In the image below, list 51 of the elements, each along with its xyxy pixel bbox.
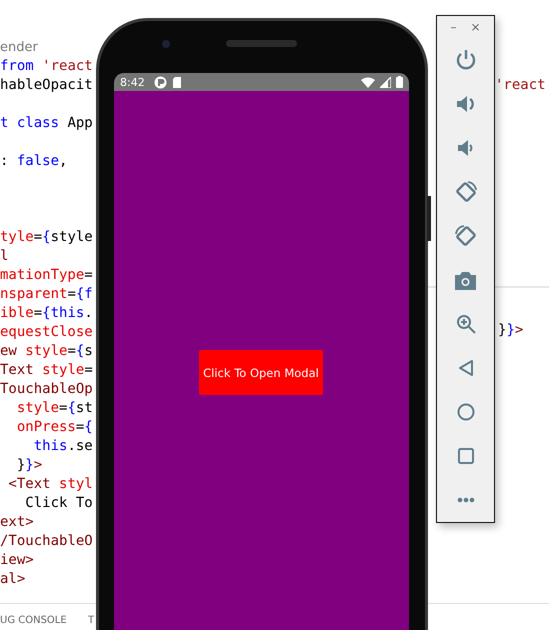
side-key — [427, 196, 431, 241]
code-line: /TouchableO — [0, 532, 93, 551]
battery-icon — [396, 76, 403, 88]
close-button[interactable]: × — [470, 20, 481, 34]
code-line: ext> — [0, 513, 34, 532]
code-line: onPress={ — [16, 418, 93, 437]
notification-icon — [154, 76, 167, 88]
breadcrumb[interactable]: ender — [0, 38, 38, 57]
power-icon[interactable] — [454, 49, 476, 71]
code-line: hableOpacit — [0, 76, 93, 95]
speaker-grille — [226, 40, 297, 47]
rotate-icon[interactable] — [454, 180, 478, 204]
code-line: from 'react — [0, 57, 93, 76]
signal-icon — [380, 76, 391, 88]
volume-down-icon[interactable] — [456, 139, 474, 157]
code-line: tyle={style — [0, 228, 93, 247]
panel-tab[interactable]: T — [88, 615, 94, 627]
code-line: Click To — [24, 494, 93, 513]
code-line: TouchableOp — [0, 380, 93, 399]
volume-up-icon[interactable] — [454, 93, 476, 115]
code-line: }}> — [498, 321, 524, 340]
code-line: : false, — [0, 152, 68, 171]
overview-icon[interactable] — [458, 448, 474, 464]
code-line: Text style= — [0, 361, 93, 380]
status-time: 8:42 — [120, 76, 145, 88]
rotate-icon[interactable] — [454, 224, 478, 248]
panel-tab[interactable]: UG CONSOLE — [0, 615, 67, 627]
code-line: style={st — [16, 399, 93, 418]
code-line: equestClose — [0, 323, 93, 342]
minimize-button[interactable]: – — [450, 20, 456, 34]
code-line: iew> — [0, 551, 34, 570]
wifi-icon — [361, 76, 375, 88]
code-line: al> — [0, 570, 26, 589]
code-line: }}> — [16, 456, 42, 475]
code-line: 'react — [495, 76, 546, 95]
code-line: ew style={s — [0, 342, 93, 361]
code-line: ible={this. — [0, 304, 93, 323]
code-line: mationType= — [0, 266, 93, 285]
more-icon[interactable] — [456, 497, 474, 503]
code-line: l — [0, 247, 8, 266]
home-icon[interactable] — [456, 403, 474, 421]
zoom-in-icon[interactable] — [456, 314, 476, 334]
camera-icon — [162, 40, 170, 48]
sd-card-icon — [172, 76, 182, 88]
camera-icon[interactable] — [455, 270, 476, 290]
code-line: this.se — [32, 437, 93, 456]
code-line: <Text styl — [7, 475, 93, 494]
back-icon[interactable] — [458, 359, 474, 377]
open-modal-button[interactable]: Click To Open Modal — [199, 350, 323, 395]
code-line: t class App — [0, 114, 93, 133]
code-line: nsparent={f — [0, 285, 93, 304]
